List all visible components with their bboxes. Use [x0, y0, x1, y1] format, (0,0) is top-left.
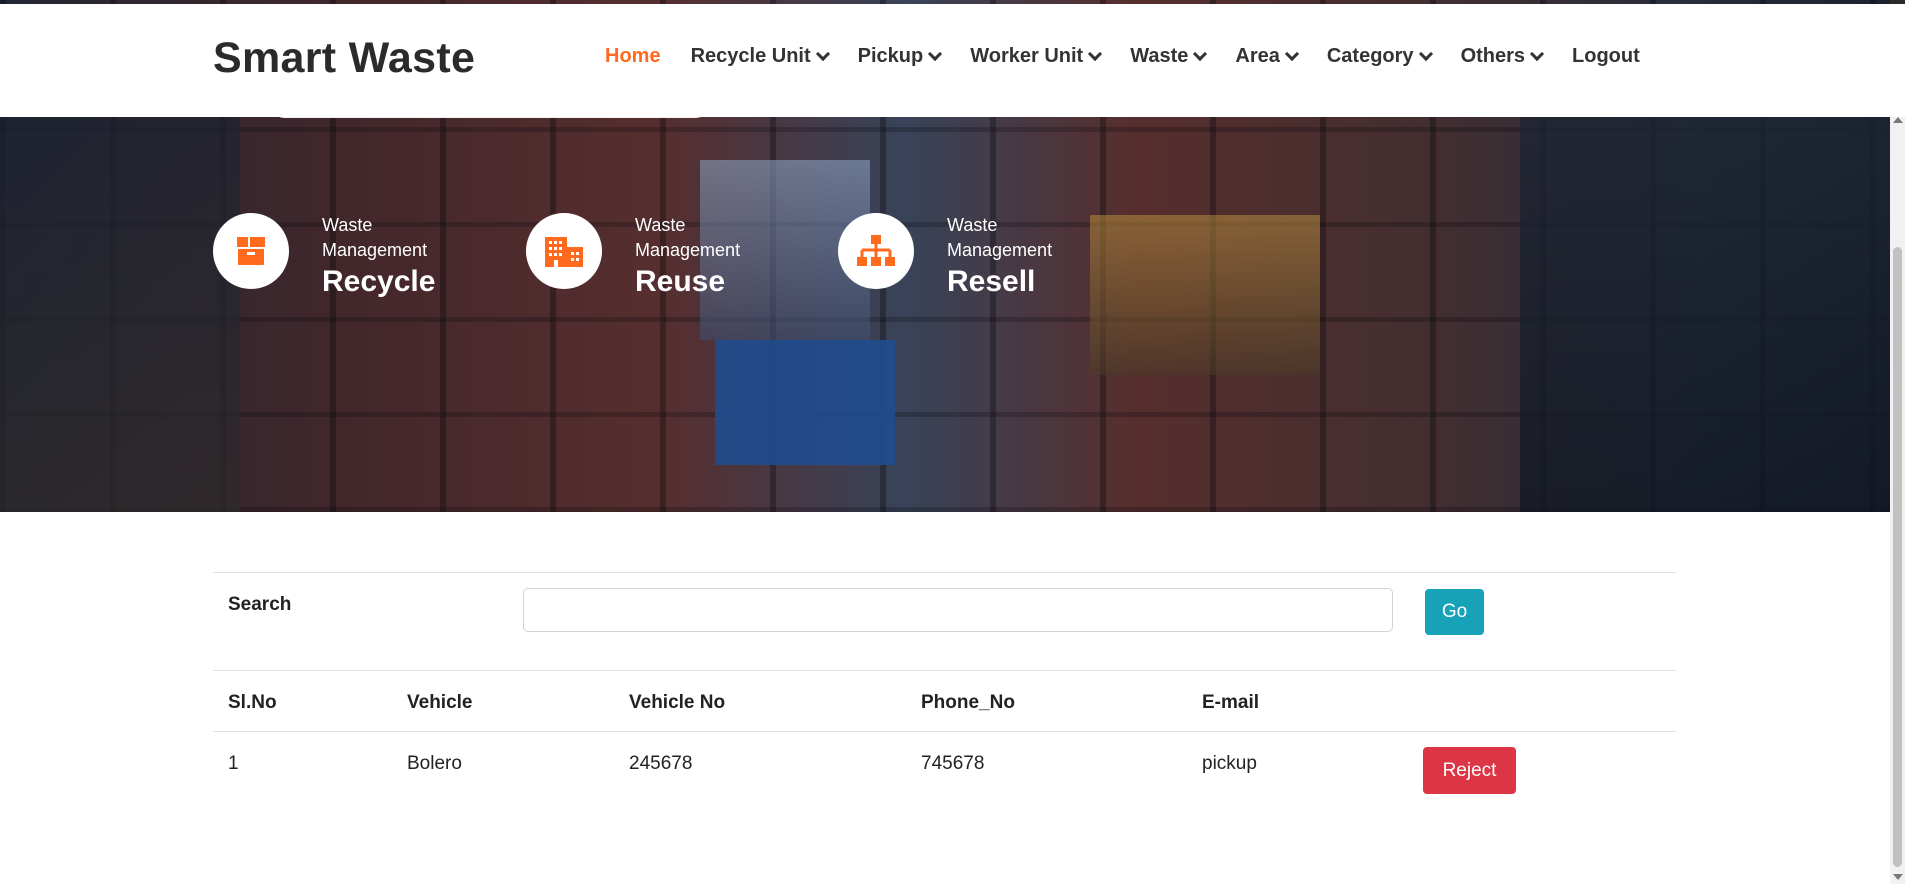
nav-recycle-unit-label: Recycle Unit — [690, 45, 811, 67]
nav-recycle-unit[interactable]: Recycle Unit — [690, 45, 830, 68]
chevron-down-icon — [1529, 46, 1545, 62]
feature-title: Resell — [947, 265, 1036, 298]
nav-logout-label: Logout — [1572, 45, 1640, 67]
cell-phone: 745678 — [921, 753, 985, 774]
feature-resell: Waste Management Resell — [838, 213, 1087, 298]
nav-category-label: Category — [1326, 45, 1414, 67]
feature-subtitle: Waste Management — [635, 215, 741, 260]
feature-title: Recycle — [322, 265, 436, 298]
feature-icon-circle — [213, 213, 289, 289]
go-button[interactable]: Go — [1425, 589, 1484, 635]
column-header-email: E-mail — [1202, 692, 1260, 713]
search-label: Search — [228, 594, 292, 615]
nav-waste-label: Waste — [1130, 45, 1189, 67]
nav-pickup-label: Pickup — [857, 45, 924, 67]
nav-waste[interactable]: Waste — [1130, 45, 1208, 68]
nav-category[interactable]: Category — [1326, 45, 1433, 68]
cell-vehicle: Bolero — [407, 753, 462, 774]
cell-vehicle-no: 245678 — [629, 753, 693, 774]
column-header-slno: Sl.No — [228, 692, 277, 713]
hero-window — [1090, 215, 1320, 375]
nav-home-label: Home — [605, 45, 661, 67]
navbar: Smart Waste Home Recycle Unit Pickup Wor… — [0, 4, 1890, 117]
chevron-down-icon — [1418, 46, 1433, 62]
search-input[interactable] — [523, 588, 1393, 632]
scrollbar-thumb[interactable] — [1893, 247, 1902, 867]
feature-subtitle: Waste Management — [947, 215, 1053, 260]
building-icon — [545, 237, 583, 267]
chevron-down-icon — [1284, 46, 1299, 62]
divider — [213, 670, 1676, 671]
cell-email: pickup — [1202, 753, 1257, 774]
sitemap-icon — [857, 235, 895, 266]
page-scrollbar[interactable] — [1890, 117, 1905, 884]
chevron-down-icon — [1193, 46, 1208, 62]
box-icon — [237, 237, 265, 265]
chevron-down-icon — [815, 46, 830, 62]
hero-shade-right — [1520, 110, 1890, 512]
nav-others[interactable]: Others — [1460, 45, 1545, 68]
nav-logout[interactable]: Logout — [1572, 45, 1640, 68]
scroll-up-icon[interactable] — [1893, 117, 1903, 123]
divider — [213, 731, 1676, 732]
chevron-down-icon — [1088, 46, 1103, 62]
reject-button[interactable]: Reject — [1423, 747, 1516, 794]
scroll-down-icon[interactable] — [1893, 874, 1903, 880]
column-header-vehicle-no: Vehicle No — [629, 692, 726, 713]
hero-blue-structure — [715, 340, 895, 465]
feature-reuse: Waste Management Reuse — [526, 213, 775, 298]
feature-title: Reuse — [635, 265, 726, 298]
nav-worker-unit-label: Worker Unit — [970, 45, 1084, 67]
cell-slno: 1 — [228, 753, 239, 774]
feature-subtitle: Waste Management — [322, 215, 428, 260]
nav-area[interactable]: Area — [1235, 45, 1299, 68]
nav-area-label: Area — [1235, 45, 1280, 67]
hero-shade-left — [0, 110, 240, 512]
divider — [213, 572, 1676, 573]
brand-logo[interactable]: Smart Waste — [213, 34, 475, 83]
main-nav: Home Recycle Unit Pickup Worker Unit Was… — [605, 45, 1670, 68]
chevron-down-icon — [928, 46, 943, 62]
column-header-phone: Phone_No — [921, 692, 1015, 713]
nav-pickup[interactable]: Pickup — [857, 45, 943, 68]
nav-home[interactable]: Home — [605, 45, 661, 68]
column-header-vehicle: Vehicle — [407, 692, 473, 713]
feature-recycle: Waste Management Recycle — [213, 213, 462, 298]
nav-others-label: Others — [1460, 45, 1526, 67]
feature-icon-circle — [838, 213, 914, 289]
feature-icon-circle — [526, 213, 602, 289]
nav-worker-unit[interactable]: Worker Unit — [970, 45, 1103, 68]
